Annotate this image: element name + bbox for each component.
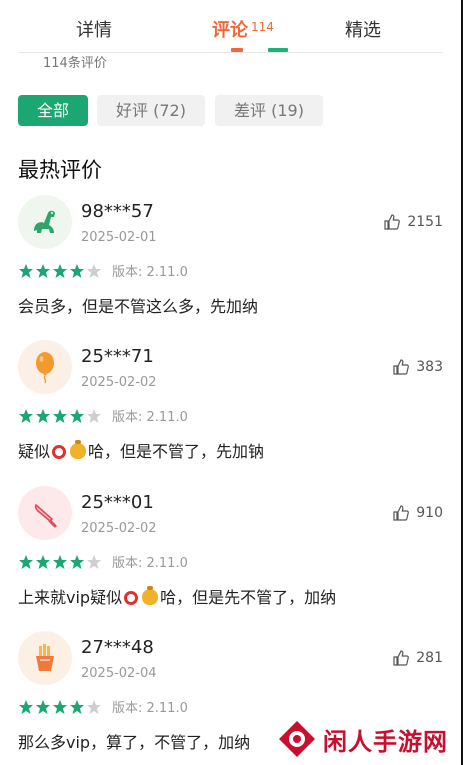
review-content: 会员多，但是不管这么多，先加纳 <box>18 297 259 316</box>
review-date: 2025-02-02 <box>81 375 157 390</box>
watermark-text: 闲人手游网 <box>323 727 448 756</box>
star-filled-icon <box>19 700 33 714</box>
star-filled-icon <box>53 409 67 423</box>
review-content: 疑似 哈，但是不管了，先加钠 <box>18 438 264 462</box>
review-content: 上来就vip疑似 哈，但是先不管了，加纳 <box>18 584 336 608</box>
star-filled-icon <box>36 555 50 569</box>
star-filled-icon <box>53 700 67 714</box>
tab-indicator-secondary <box>268 48 288 52</box>
like-count: 383 <box>416 359 443 375</box>
review-date: 2025-02-01 <box>81 230 157 245</box>
avatar[interactable] <box>18 486 72 540</box>
thumbs-up-icon <box>393 505 410 521</box>
site-watermark: 闲人手游网 <box>277 717 457 761</box>
red-circle-emoji-icon <box>124 591 139 605</box>
money-bag-emoji-icon <box>70 440 87 459</box>
filter-positive-button[interactable]: 好评 (72) <box>97 95 205 126</box>
username: 25***01 <box>81 492 154 513</box>
like-count: 281 <box>416 650 443 666</box>
filter-all-button[interactable]: 全部 <box>18 95 88 126</box>
tab-featured[interactable]: 精选 <box>345 16 381 42</box>
version-label: 版本: 2.11.0 <box>112 701 188 716</box>
star-filled-icon <box>53 264 67 278</box>
like-button[interactable]: 281 <box>392 649 443 667</box>
star-empty-icon <box>87 264 101 278</box>
star-filled-icon <box>19 555 33 569</box>
fries-icon <box>36 644 54 671</box>
like-count: 910 <box>416 505 443 521</box>
star-filled-icon <box>53 555 67 569</box>
version-label: 版本: 2.11.0 <box>112 410 188 425</box>
like-button[interactable]: 910 <box>392 504 443 522</box>
star-empty-icon <box>87 700 101 714</box>
avatar[interactable] <box>18 195 72 249</box>
review-content-part: 哈，但是先不管了，加纳 <box>160 588 337 607</box>
username: 98***57 <box>81 201 154 222</box>
balloon-icon <box>36 352 54 384</box>
red-circle-emoji-icon <box>52 445 67 459</box>
rating-stars <box>18 408 102 424</box>
thumbs-up-icon <box>384 214 401 230</box>
star-filled-icon <box>70 264 84 278</box>
tab-details[interactable]: 详情 <box>76 16 112 42</box>
comments-count-badge: 114 <box>251 20 274 34</box>
watermark-logo-icon <box>279 721 315 757</box>
tab-bar: 详情 评论 114 精选 <box>18 0 442 53</box>
rating-stars <box>18 699 102 715</box>
star-filled-icon <box>36 409 50 423</box>
star-filled-icon <box>36 264 50 278</box>
like-count: 2151 <box>407 214 443 230</box>
avatar[interactable] <box>18 631 72 685</box>
star-empty-icon <box>87 409 101 423</box>
review-count: 114条评价 <box>43 56 107 71</box>
star-empty-icon <box>87 555 101 569</box>
review-date: 2025-02-02 <box>81 521 157 536</box>
tab-comments[interactable]: 评论 <box>212 16 248 42</box>
like-button[interactable]: 2151 <box>383 213 443 231</box>
version-label: 版本: 2.11.0 <box>112 265 188 280</box>
thumbs-up-icon <box>393 650 410 666</box>
star-filled-icon <box>36 700 50 714</box>
money-bag-emoji-icon <box>142 586 159 605</box>
review-content: 那么多vip，算了，不管了，加纳 <box>18 733 251 752</box>
rating-stars <box>18 554 102 570</box>
username: 25***71 <box>81 346 154 367</box>
review-date: 2025-02-04 <box>81 666 157 681</box>
dinosaur-icon <box>34 210 55 233</box>
star-filled-icon <box>70 700 84 714</box>
avatar[interactable] <box>18 340 72 394</box>
review-content-part: 上来就vip疑似 <box>18 588 123 607</box>
like-button[interactable]: 383 <box>392 358 443 376</box>
star-filled-icon <box>70 555 84 569</box>
rating-stars <box>18 263 102 279</box>
knife-icon <box>34 503 57 528</box>
review-content-part: 哈，但是不管了，先加钠 <box>88 442 265 461</box>
star-filled-icon <box>19 264 33 278</box>
star-filled-icon <box>70 409 84 423</box>
username: 27***48 <box>81 637 154 658</box>
review-content-part: 疑似 <box>18 442 51 461</box>
filter-negative-button[interactable]: 差评 (19) <box>215 95 323 126</box>
section-title: 最热评价 <box>18 158 102 182</box>
thumbs-up-icon <box>393 359 410 375</box>
version-label: 版本: 2.11.0 <box>112 556 188 571</box>
tab-indicator <box>231 48 243 52</box>
star-filled-icon <box>19 409 33 423</box>
